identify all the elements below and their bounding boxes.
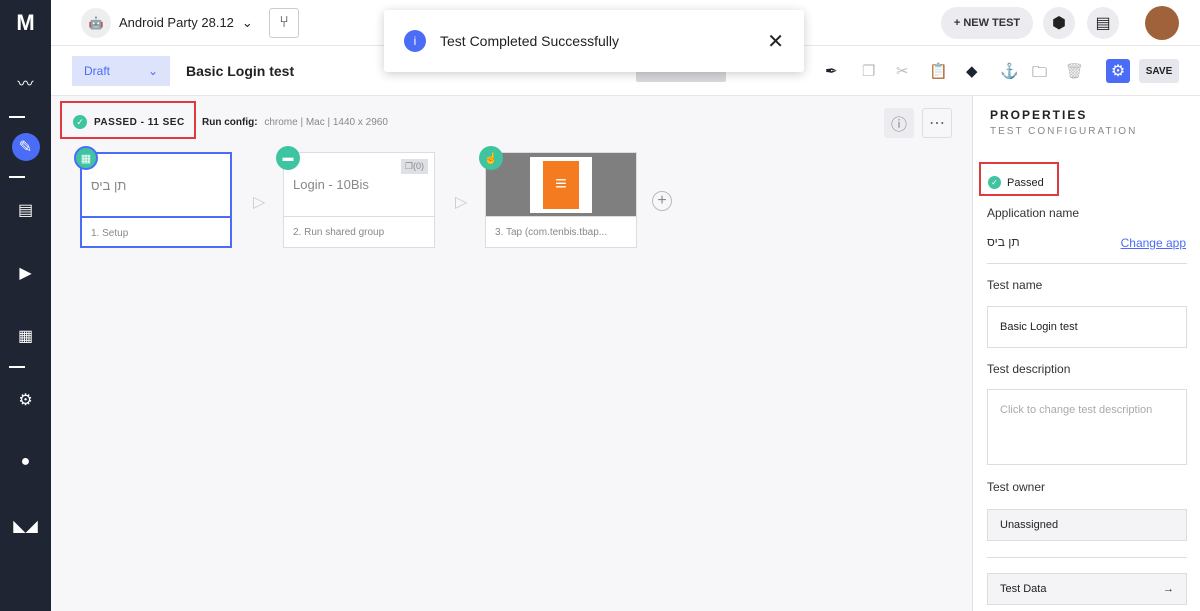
mask-icon[interactable]: ◣◢ <box>0 516 51 536</box>
add-folder-icon[interactable]: 🗀 <box>1032 62 1047 87</box>
test-title[interactable]: Basic Login test <box>186 63 294 79</box>
change-app-link[interactable]: Change app <box>1121 236 1186 250</box>
android-icon: 🤖 <box>81 8 111 38</box>
test-data-button[interactable]: Test Data → <box>987 573 1187 605</box>
step-card[interactable]: ≡ 3. Tap (com.tenbis.tbap... <box>485 152 637 248</box>
step-card[interactable]: Login - 10Bis 2. Run shared group ❐(0) <box>283 152 435 248</box>
add-step-button[interactable]: + <box>652 191 672 211</box>
sidebar: M 〰 ✎ ▤ ▶ ▦ ⚙ ● ◣◢ <box>0 0 51 611</box>
chevron-down-icon: ⌄ <box>241 15 253 30</box>
properties-panel: PROPERTIES TEST CONFIGURATION ✓ Passed Ap… <box>972 96 1200 611</box>
run-status: ✓ PASSED - 11 SEC <box>73 115 185 129</box>
panel-title: PROPERTIES <box>990 108 1088 122</box>
logo: M <box>16 10 35 35</box>
info-icon[interactable]: ⓘ <box>884 108 914 138</box>
play-icon[interactable]: ▶ <box>0 263 51 283</box>
info-icon: i <box>404 30 426 52</box>
user-icon[interactable]: ● <box>0 453 51 471</box>
panel-subtitle: TEST CONFIGURATION <box>990 126 1138 137</box>
grid-icon[interactable]: ▦ <box>0 326 51 346</box>
arrow-right-icon: → <box>1163 583 1174 595</box>
divider <box>9 366 25 368</box>
cut-icon[interactable]: ✂ <box>896 62 909 80</box>
more-icon[interactable]: ⋯ <box>922 108 952 138</box>
step-card[interactable]: תן ביס 1. Setup <box>80 152 232 248</box>
save-button[interactable]: SAVE <box>1139 59 1179 83</box>
app-name: תן ביס <box>987 235 1020 249</box>
test-data-label: Test Data <box>1000 583 1047 595</box>
status-text: Passed <box>1007 176 1044 189</box>
chevron-down-icon: ⌄ <box>147 64 158 78</box>
tap-icon: ☝ <box>479 146 503 170</box>
run-status-text: PASSED - 11 SEC <box>94 116 185 128</box>
check-icon: ✓ <box>73 115 87 129</box>
notes-icon[interactable]: ▤ <box>1087 7 1119 39</box>
run-config-label: Run config: <box>202 117 258 128</box>
test-owner-select[interactable]: Unassigned <box>987 509 1187 541</box>
run-config: Run config: chrome | Mac | 1440 x 2960 <box>202 117 388 128</box>
toast: i Test Completed Successfully ✕ <box>384 10 804 72</box>
step-label: 1. Setup <box>91 228 129 239</box>
app-name-label: Application name <box>987 206 1080 220</box>
cube-icon[interactable]: ⬢ <box>1043 7 1075 39</box>
step-label: 2. Run shared group <box>293 227 385 238</box>
count: (0) <box>413 161 424 171</box>
test-name-label: Test name <box>987 278 1043 292</box>
copy-icon: ❐ <box>404 161 413 171</box>
close-icon[interactable]: ✕ <box>767 29 784 54</box>
list-icon[interactable]: ▤ <box>0 200 51 220</box>
step-title: תן ביס <box>82 154 230 218</box>
avatar[interactable] <box>1145 6 1179 40</box>
tag-icon[interactable]: ◆ <box>966 62 978 80</box>
grid-icon: ▦ <box>74 146 98 170</box>
branch-icon[interactable]: ⑂ <box>269 8 299 38</box>
test-description-label: Test description <box>987 362 1071 376</box>
test-status: ✓ Passed <box>988 176 1044 189</box>
divider <box>987 263 1187 264</box>
pen-icon[interactable]: ✒ <box>825 62 838 80</box>
receipt-icon: ≡ <box>543 160 579 209</box>
divider <box>9 116 25 118</box>
gear-icon[interactable]: ⚙ <box>0 390 51 410</box>
run-config-value: chrome | Mac | 1440 x 2960 <box>264 117 388 128</box>
new-test-button[interactable]: + NEW TEST <box>941 7 1033 39</box>
status-dropdown[interactable]: Draft ⌄ <box>72 56 170 86</box>
step-label: 3. Tap (com.tenbis.tbap... <box>495 227 608 238</box>
shared-count: ❐(0) <box>400 159 428 174</box>
trash-icon[interactable]: 🗑 <box>1065 62 1084 80</box>
hook-icon[interactable]: ⚓ <box>1000 62 1019 80</box>
test-description-input[interactable]: Click to change test description <box>987 389 1187 465</box>
divider <box>987 557 1187 558</box>
copy-icon[interactable]: ❐ <box>862 62 875 80</box>
check-icon: ✓ <box>988 176 1001 189</box>
edit-icon[interactable]: ✎ <box>0 133 51 161</box>
app-selector[interactable]: Android Party 28.12 ⌄ <box>119 15 253 31</box>
test-owner-label: Test owner <box>987 480 1046 494</box>
activity-icon[interactable]: 〰 <box>0 70 51 94</box>
arrow-icon: ▷ <box>455 194 468 211</box>
settings-button[interactable]: ⚙ <box>1106 59 1130 83</box>
step-screenshot: ≡ <box>486 153 636 217</box>
toast-message: Test Completed Successfully <box>440 33 619 49</box>
divider <box>9 176 25 178</box>
arrow-icon: ▷ <box>253 194 266 211</box>
app-name: Android Party 28.12 <box>119 15 234 30</box>
folder-icon: ▬ <box>276 146 300 170</box>
status-value: Draft <box>84 64 111 78</box>
clipboard-icon[interactable]: 📋 <box>929 62 948 80</box>
test-name-input[interactable]: Basic Login test <box>987 306 1187 348</box>
